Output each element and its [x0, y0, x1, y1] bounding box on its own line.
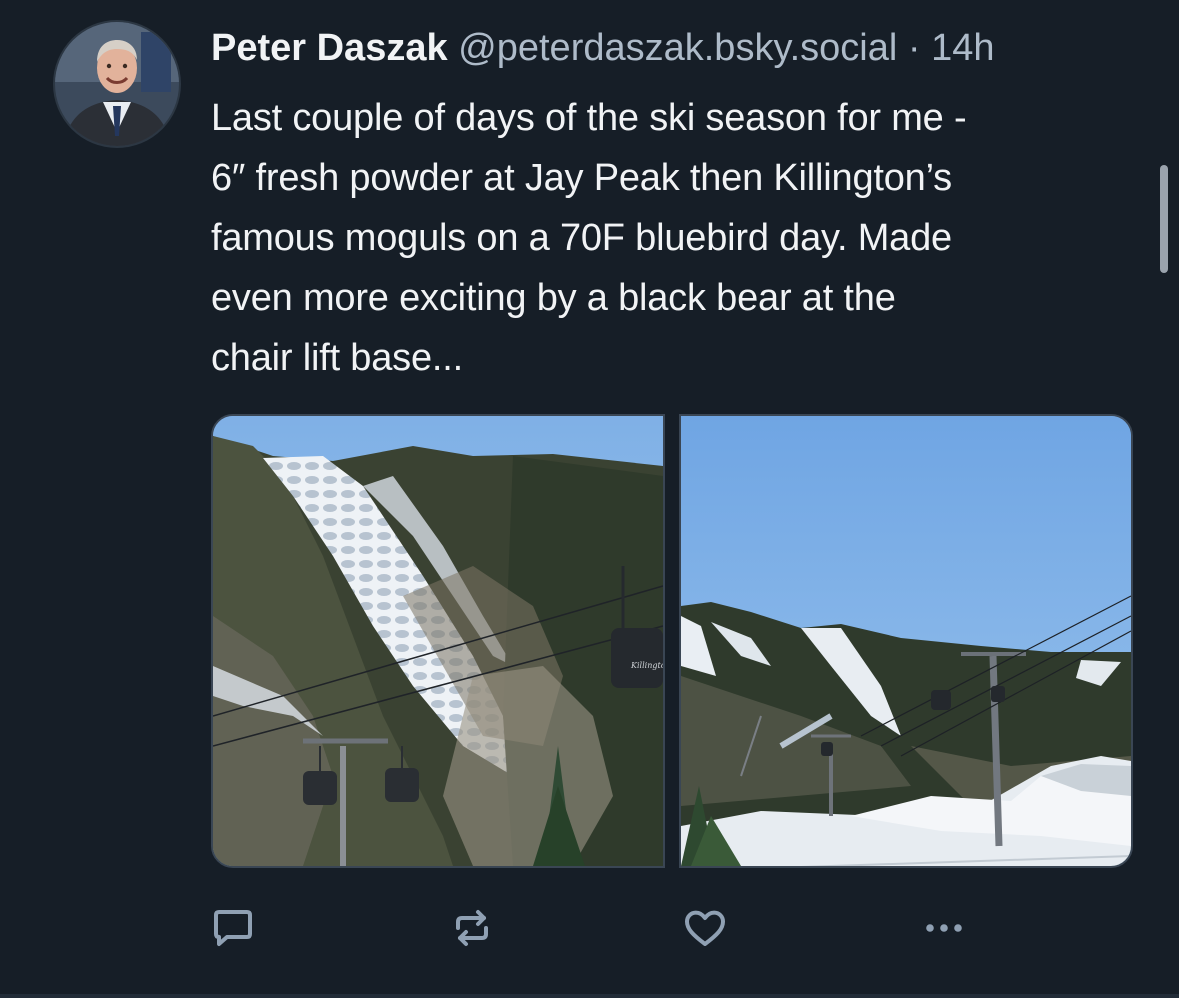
ski-slope-image: Killington	[213, 416, 663, 866]
post-card[interactable]: Peter Daszak @peterdaszak.bsky.social · …	[0, 0, 1179, 998]
post-header: Peter Daszak @peterdaszak.bsky.social · …	[211, 22, 1151, 74]
image-gallery: Killington	[211, 414, 1133, 868]
photo-chairlift-base[interactable]	[679, 414, 1133, 868]
avatar-photo	[55, 22, 179, 146]
post-text-line: famous moguls on a 70F bluebird day. Mad…	[211, 217, 952, 259]
ellipsis-icon	[926, 924, 962, 932]
post-text: Last couple of days of the ski season fo…	[211, 88, 1151, 388]
post-timestamp[interactable]: 14h	[931, 27, 994, 69]
post-text-line: chair lift base...	[211, 337, 463, 379]
chairlift-base-image	[681, 416, 1131, 866]
post-divider	[0, 994, 1179, 998]
heart-icon	[685, 910, 725, 946]
post-text-line: even more exciting by a black bear at th…	[211, 277, 896, 319]
speech-bubble-icon	[214, 910, 252, 946]
repost-button[interactable]	[444, 898, 500, 958]
header-separator: ·	[907, 27, 921, 69]
gondola-logo-text: Killington	[630, 661, 663, 670]
reply-button[interactable]	[205, 898, 261, 958]
repost-arrows-icon	[456, 910, 488, 946]
photo-ski-slope-moguls[interactable]: Killington	[211, 414, 665, 868]
scrollbar-thumb[interactable]	[1160, 165, 1168, 273]
post-text-line: Last couple of days of the ski season fo…	[211, 97, 967, 139]
post-text-line: 6″ fresh powder at Jay Peak then Killing…	[211, 157, 952, 199]
avatar[interactable]	[55, 22, 179, 146]
like-button[interactable]	[677, 898, 733, 958]
more-options-button[interactable]	[916, 898, 972, 958]
author-handle[interactable]: @peterdaszak.bsky.social	[458, 27, 897, 69]
post-actions	[211, 898, 971, 962]
author-name[interactable]: Peter Daszak	[211, 27, 448, 69]
